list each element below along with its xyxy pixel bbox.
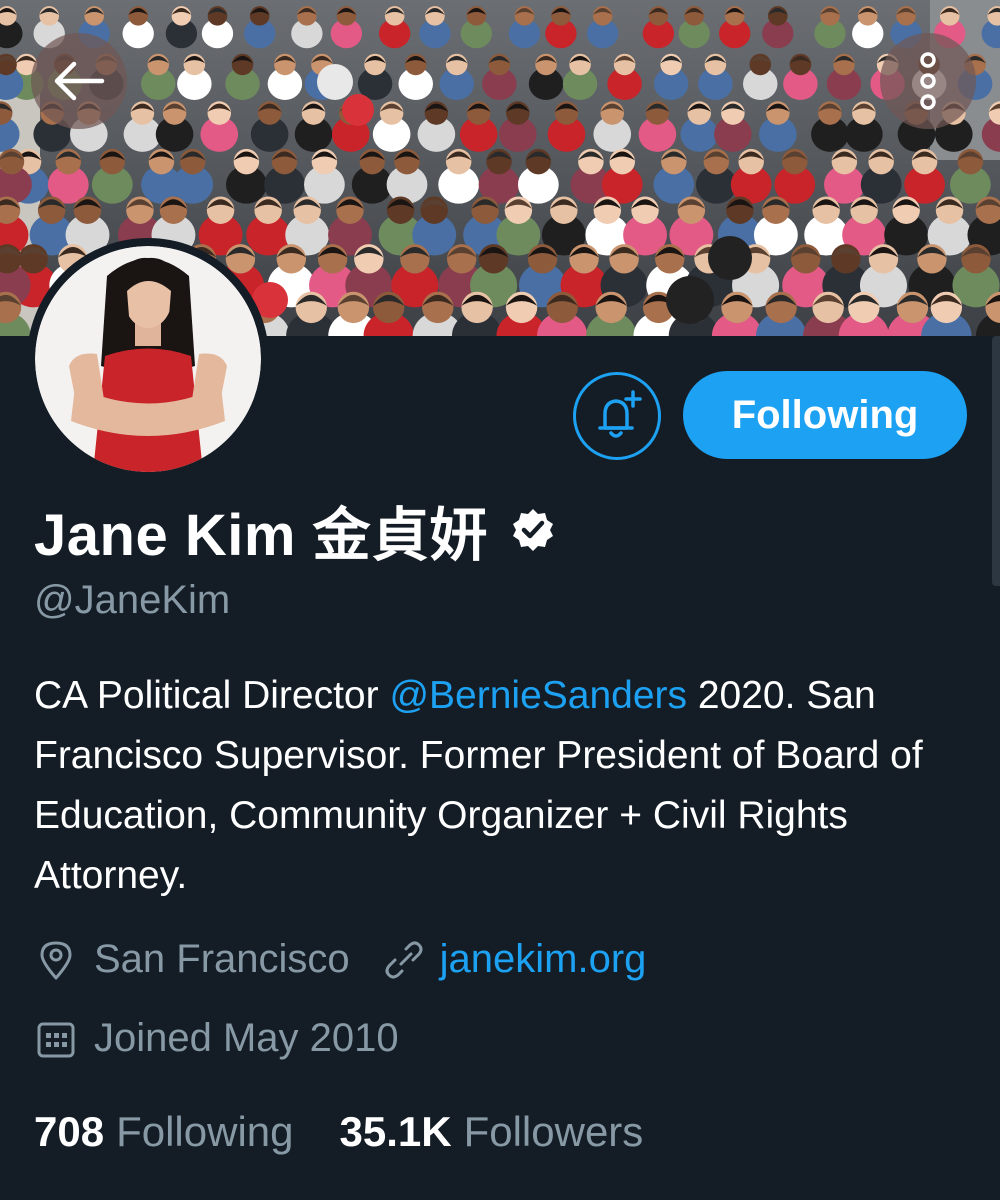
followers-count-link[interactable]: 35.1K Followers xyxy=(340,1108,644,1156)
notifications-toggle-button[interactable] xyxy=(573,372,661,460)
joined-date-text: Joined May 2010 xyxy=(94,1016,399,1060)
location-website-row: San Francisco janekim.org xyxy=(34,937,646,982)
bio-mention-link[interactable]: @BernieSanders xyxy=(389,674,687,717)
scrollbar[interactable] xyxy=(992,336,1000,586)
location-text: San Francisco xyxy=(94,937,350,981)
location-pin-icon xyxy=(40,941,72,979)
verified-badge-icon xyxy=(513,509,553,551)
website-link[interactable]: janekim.org xyxy=(440,937,647,982)
following-count: 708 xyxy=(34,1108,105,1155)
profile-bio: CA Political Director @BernieSanders 202… xyxy=(34,666,974,906)
profile-handle: @JaneKim xyxy=(34,578,231,622)
arrow-left-icon xyxy=(54,61,105,101)
following-count-link[interactable]: 708 Following xyxy=(34,1108,294,1156)
followers-count: 35.1K xyxy=(339,1108,452,1155)
display-name: Jane Kim 金貞妍 xyxy=(34,503,488,568)
follow-stats: 708 Following 35.1K Followers xyxy=(34,1108,643,1156)
bio-text: CA Political Director xyxy=(34,674,390,717)
joined-row: Joined May 2010 xyxy=(34,1016,399,1061)
followers-label: Followers xyxy=(463,1108,644,1155)
back-button[interactable] xyxy=(31,33,127,129)
following-button[interactable]: Following xyxy=(683,371,967,459)
calendar-icon xyxy=(37,1022,75,1057)
profile-avatar[interactable] xyxy=(27,238,269,480)
link-icon xyxy=(385,941,423,978)
vertical-dots-icon xyxy=(920,52,936,110)
bell-plus-icon xyxy=(598,390,642,438)
profile-name-row: Jane Kim 金貞妍 xyxy=(34,488,556,572)
following-label: Following xyxy=(116,1108,294,1155)
avatar-photo xyxy=(35,246,261,472)
more-options-button[interactable] xyxy=(880,33,976,129)
